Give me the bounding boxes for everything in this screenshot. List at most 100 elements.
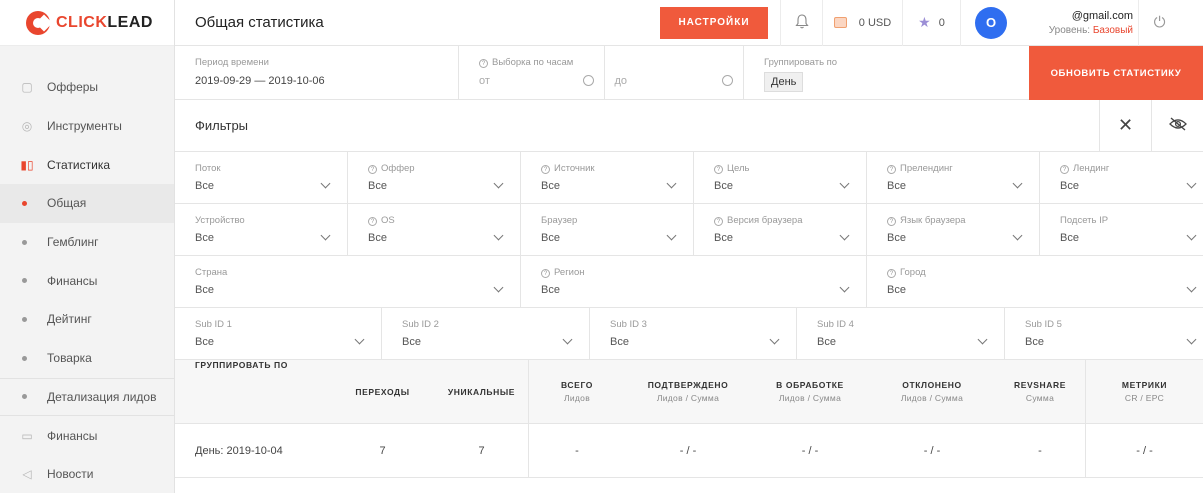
filter-country[interactable]: Страна Все (175, 256, 521, 307)
logo[interactable]: CLICKLEAD (0, 0, 174, 46)
date-range-value: 2019-09-29 — 2019-10-06 (195, 75, 325, 87)
column-clicks[interactable]: ПЕРЕХОДЫ (330, 360, 435, 424)
filter-goal[interactable]: ? Цель Все (694, 152, 867, 203)
close-icon: ✕ (1117, 115, 1134, 135)
hours-filter: ? Выборка по часам от до (459, 46, 744, 99)
group-by-day-chip[interactable]: День (764, 72, 804, 92)
filter-row-4: Sub ID 1 Все Sub ID 2 Все Sub ID 3 Все Sub … (175, 308, 1203, 360)
notifications-button[interactable] (780, 0, 822, 46)
filter-browser-language[interactable]: ? Язык браузера Все (867, 204, 1040, 255)
hide-filters-button[interactable] (1151, 99, 1203, 152)
eye-off-icon (1168, 115, 1187, 136)
filter-row-1: Поток Все ? Оффер Все ? Источник Все ? Цель Все… (175, 152, 1203, 204)
filter-browser[interactable]: Браузер Все (521, 204, 694, 255)
help-icon: ? (887, 165, 896, 174)
column-metrics[interactable]: МЕТРИКИ CR / EPC (1085, 359, 1203, 424)
clock-icon (722, 75, 733, 86)
update-statistics-button[interactable]: ОБНОВИТЬ СТАТИСТИКУ (1029, 46, 1203, 100)
help-icon: ? (714, 165, 723, 174)
sidebar-item-gambling[interactable]: Гемблинг (0, 223, 174, 262)
sidebar: CLICKLEAD ▢ Офферы ◎ Инструменты ▮▯ Стат… (0, 0, 175, 493)
cell-group: День: 2019-10-04 (195, 444, 283, 457)
filter-ip-subnet[interactable]: Подсеть IP Все (1040, 204, 1203, 255)
hours-to-field[interactable]: до (603, 46, 743, 99)
cell-unique: 7 (478, 444, 485, 457)
filter-row-3: Страна Все ? Регион Все ? Город Все (175, 256, 1203, 308)
filter-prelanding[interactable]: ? Прелендинг Все (867, 152, 1040, 203)
table-row: День: 2019-10-04 7 7 - - / - - / - - / -… (175, 423, 1203, 478)
filter-sub-id-5[interactable]: Sub ID 5 Все (1005, 308, 1203, 359)
column-total-leads[interactable]: ВСЕГО Лидов (528, 359, 625, 424)
cell-clicks: 7 (379, 444, 386, 457)
sidebar-item-lead-details[interactable]: Детализация лидов (0, 377, 174, 417)
avatar: O (975, 6, 1007, 39)
page-title: Общая статистика (195, 14, 324, 31)
clear-filters-button[interactable]: ✕ (1099, 99, 1151, 152)
help-icon: ? (887, 269, 896, 278)
wallet-icon (833, 17, 847, 28)
filter-region[interactable]: ? Регион Все (521, 256, 867, 307)
logout-button[interactable]: ⏻ (1138, 0, 1180, 46)
filter-stream[interactable]: Поток Все (175, 152, 348, 203)
bullet-icon (22, 278, 27, 284)
bullet-icon (22, 239, 27, 245)
sidebar-item-goods[interactable]: Товарка (0, 339, 174, 378)
filter-row-2: Устройство Все ? OS Все Браузер Все ? Версия … (175, 204, 1203, 256)
user-profile[interactable]: O @gmail.com Уровень: Базовый (960, 0, 1138, 46)
bullet-icon (22, 316, 27, 322)
column-revshare[interactable]: REVSHARE Сумма (995, 360, 1085, 424)
bullet-icon (22, 200, 27, 206)
sidebar-item-finance[interactable]: ▭ Финансы (0, 416, 174, 455)
filter-source[interactable]: ? Источник Все (521, 152, 694, 203)
filter-sub-id-1[interactable]: Sub ID 1 Все (175, 308, 382, 359)
sidebar-item-statistics[interactable]: ▮▯ Статистика (0, 145, 174, 184)
help-icon: ? (714, 217, 723, 226)
top-header: Общая статистика НАСТРОЙКИ 0 USD ★ 0 O @… (175, 0, 1203, 46)
column-confirmed[interactable]: ПОДТВЕРЖДЕНО Лидов / Сумма (625, 360, 751, 424)
sidebar-nav: ▢ Офферы ◎ Инструменты ▮▯ Статистика Общ… (0, 68, 174, 493)
cell-metrics: - / - (1085, 423, 1203, 478)
cell-rejected: - / - (923, 444, 941, 457)
help-icon: ? (368, 165, 377, 174)
stats-icon: ▮▯ (20, 157, 34, 172)
column-rejected[interactable]: ОТКЛОНЕНО Лидов / Сумма (869, 360, 995, 424)
help-icon: ? (541, 269, 550, 278)
stats-table-header: ГРУППИРОВАТЬ ПО ПЕРЕХОДЫ УНИКАЛЬНЫЕ ВСЕГ… (175, 359, 1203, 424)
megaphone-icon: ◁ (22, 467, 32, 482)
main-content: Период времени 2019-09-29 — 2019-10-06 ?… (175, 46, 1203, 493)
column-processing[interactable]: В ОБРАБОТКЕ Лидов / Сумма (751, 360, 869, 424)
period-bar: Период времени 2019-09-29 — 2019-10-06 ?… (175, 46, 1203, 100)
filter-browser-version[interactable]: ? Версия браузера Все (694, 204, 867, 255)
filter-os[interactable]: ? OS Все (348, 204, 521, 255)
cell-processing: - / - (801, 444, 819, 457)
bullet-icon (22, 394, 27, 400)
filter-device[interactable]: Устройство Все (175, 204, 348, 255)
cell-confirmed: - / - (679, 444, 697, 457)
sidebar-item-news[interactable]: ◁ Новости (0, 455, 174, 493)
filter-sub-id-4[interactable]: Sub ID 4 Все (797, 308, 1005, 359)
filter-sub-id-3[interactable]: Sub ID 3 Все (590, 308, 797, 359)
sidebar-item-finance-stats[interactable]: Финансы (0, 261, 174, 300)
sidebar-item-tools[interactable]: ◎ Инструменты (0, 107, 174, 146)
user-email: @gmail.com (1071, 9, 1133, 22)
sidebar-item-offers[interactable]: ▢ Офферы (0, 68, 174, 107)
hours-from-field[interactable]: ? Выборка по часам от (459, 46, 604, 99)
date-range-picker[interactable]: Период времени 2019-09-29 — 2019-10-06 (175, 46, 459, 99)
user-level: Уровень: Базовый (1048, 24, 1133, 36)
filter-landing[interactable]: ? Лендинг Все (1040, 152, 1203, 203)
bell-icon (794, 13, 809, 32)
filter-offer[interactable]: ? Оффер Все (348, 152, 521, 203)
filter-city[interactable]: ? Город Все (867, 256, 1203, 307)
sidebar-item-general[interactable]: Общая (0, 184, 174, 223)
stars-indicator[interactable]: ★ 0 (902, 0, 960, 46)
column-group-by[interactable]: ГРУППИРОВАТЬ ПО (175, 360, 330, 424)
tools-icon: ◎ (21, 119, 33, 134)
group-by-field: Группировать по День (744, 46, 1029, 99)
cell-total-leads: - (528, 423, 625, 478)
filter-sub-id-2[interactable]: Sub ID 2 Все (382, 308, 590, 359)
column-unique[interactable]: УНИКАЛЬНЫЕ (435, 360, 528, 424)
balance-indicator[interactable]: 0 USD (822, 0, 902, 46)
sidebar-item-dating[interactable]: Дейтинг (0, 300, 174, 339)
settings-button[interactable]: НАСТРОЙКИ (660, 6, 768, 39)
logo-icon (26, 10, 50, 35)
